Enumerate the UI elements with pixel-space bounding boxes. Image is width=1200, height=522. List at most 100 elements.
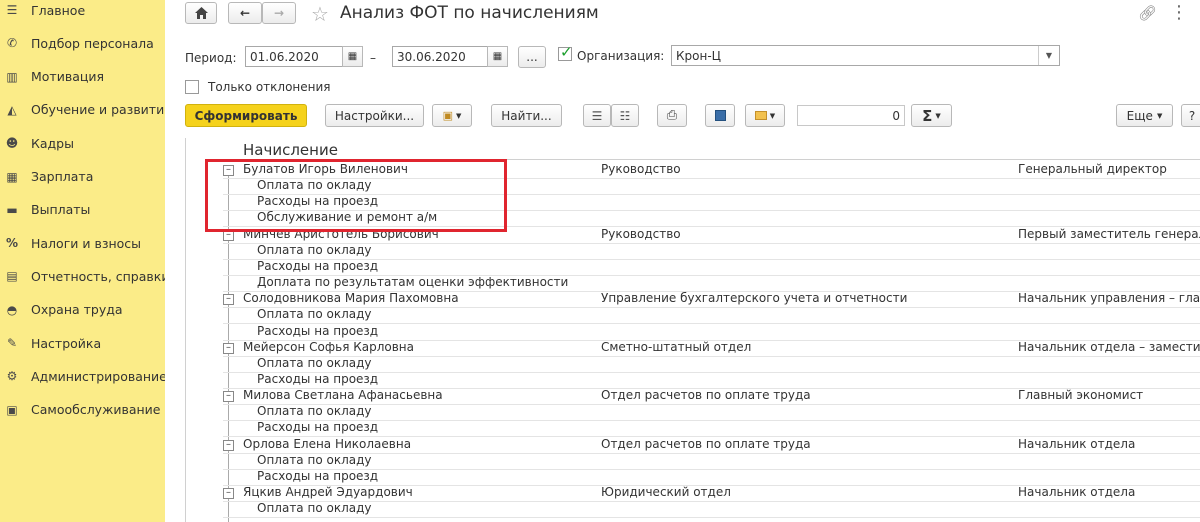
charge-row[interactable]: Расходы на проезд <box>186 468 1200 486</box>
home-button[interactable] <box>185 2 217 24</box>
organization-field[interactable]: Крон-Ц <box>671 45 1060 66</box>
position-cell: Начальник отдела <box>1018 436 1136 451</box>
department-cell: Отдел расчетов по оплате труда <box>601 388 811 403</box>
charge-row[interactable]: Доплата по результатам оценки эффективно… <box>186 275 1200 293</box>
charge-row[interactable]: Оплата по окладу <box>186 404 1200 422</box>
period-select-button[interactable]: ... <box>518 46 546 68</box>
charge-name: Расходы на проезд <box>257 323 379 338</box>
generate-label: Сформировать <box>194 108 298 123</box>
collapse-toggle-icon[interactable]: – <box>223 294 234 306</box>
only-deviations-checkbox[interactable] <box>185 80 199 94</box>
save-button[interactable] <box>705 104 735 127</box>
employee-name: Мейерсон Софья Карловна <box>243 339 414 354</box>
sum-mode-button[interactable]: Σ ▼ <box>911 104 952 127</box>
charge-name: Расходы на проезд <box>257 468 379 483</box>
chevron-down-icon: ▼ <box>935 111 941 120</box>
position-cell: Главный экономист <box>1018 388 1144 403</box>
kebab-menu-icon[interactable]: ⋮ <box>1170 2 1188 23</box>
sidebar-item[interactable]: ◓ Охрана труда <box>0 297 165 323</box>
forward-button[interactable]: → <box>262 2 296 24</box>
sidebar-item[interactable]: ⚙ Администрирование <box>0 363 167 389</box>
checkmark-icon: ✓ <box>560 43 573 61</box>
department-cell: Руководство <box>601 162 681 176</box>
chevron-down-icon: ▼ <box>1045 51 1053 60</box>
employee-row[interactable]: – Солодовникова Мария Пахомовна Управление… <box>186 291 1200 309</box>
position-cell: Начальник управления – главн <box>1018 291 1200 306</box>
organization-checkbox[interactable]: ✓ <box>558 43 573 61</box>
sidebar-item-label: Кадры <box>31 135 74 151</box>
date-to-calendar-button[interactable]: ▦ <box>487 46 508 67</box>
employee-name: Орлова Елена Николаевна <box>243 436 412 451</box>
charge-name: Оплата по окладу <box>257 242 372 257</box>
sidebar-item-label: Охрана труда <box>31 302 123 318</box>
expand-groups-button[interactable]: ☰ <box>583 104 611 127</box>
more-button[interactable]: Еще ▼ <box>1116 104 1173 127</box>
position-cell: Первый заместитель генеральн <box>1018 226 1200 241</box>
period-dash: – <box>370 51 376 65</box>
sidebar-item[interactable]: ✆ Подбор персонала <box>0 30 165 56</box>
employee-row[interactable]: – Яцкив Андрей Эдуардович Юридический отде… <box>186 485 1200 502</box>
charge-row[interactable]: Оплата по окладу <box>186 356 1200 373</box>
collapse-toggle-icon[interactable]: – <box>223 391 234 403</box>
id-card-icon: ▣ <box>6 402 18 417</box>
chevron-down-icon: ▼ <box>456 111 462 120</box>
calculator-icon: ▦ <box>6 169 18 184</box>
date-from-calendar-button[interactable]: ▦ <box>342 46 363 67</box>
charge-row[interactable]: Оплата по окладу <box>186 242 1200 260</box>
variants-button[interactable]: ▣ ▼ <box>432 104 472 127</box>
sidebar-item[interactable]: ▥ Мотивация <box>0 64 165 90</box>
charge-row[interactable]: Оплата по окладу <box>186 307 1200 325</box>
charge-name: Оплата по окладу <box>257 404 372 419</box>
charge-row[interactable]: Оплата по окладу <box>186 452 1200 470</box>
collapse-groups-button[interactable]: ☷ <box>611 104 639 127</box>
settings-button[interactable]: Настройки... <box>325 104 424 127</box>
favorite-star-icon[interactable]: ☆ <box>311 2 329 26</box>
charge-row[interactable]: Расходы на проезд <box>186 420 1200 438</box>
clipboard-icon: ▣ <box>442 109 453 122</box>
help-button[interactable]: ? <box>1181 104 1200 127</box>
collapse-toggle-icon[interactable]: – <box>223 439 234 451</box>
sidebar-item[interactable]: ▬ Выплаты <box>0 197 165 223</box>
sidebar-item[interactable]: ▦ Зарплата <box>0 164 165 190</box>
sidebar-item[interactable]: ▤ Отчетность, справки <box>0 263 169 289</box>
chevron-down-icon: ▼ <box>769 111 776 120</box>
charge-row[interactable]: Расходы на проезд <box>186 372 1200 389</box>
department-cell: Управление бухгалтерского учета и отчетн… <box>601 291 908 306</box>
employee-row[interactable]: – Мейерсон Софья Карловна Сметно-штатный о… <box>186 339 1200 357</box>
link-icon[interactable]: 🔗︎ <box>1138 4 1157 22</box>
generate-button[interactable]: Сформировать <box>185 104 307 127</box>
employee-name: Милова Светлана Афанасьевна <box>243 388 443 403</box>
print-button[interactable]: ⎙ <box>657 104 687 127</box>
sidebar-item[interactable]: ☻ Кадры <box>0 130 165 156</box>
sigma-label: Σ <box>922 106 933 125</box>
people-icon: ☻ <box>5 136 19 151</box>
charge-row[interactable]: Оплата по окладу <box>186 501 1200 519</box>
collapse-toggle-icon[interactable]: – <box>223 342 234 354</box>
organization-dropdown-button[interactable]: ▼ <box>1038 46 1059 65</box>
highlight-box <box>205 159 507 232</box>
charge-name: Оплата по окладу <box>257 452 372 467</box>
employee-row[interactable]: – Орлова Елена Николаевна Отдел расчетов п… <box>186 436 1200 454</box>
employee-row[interactable]: – Милова Светлана Афанасьевна Отдел расчет… <box>186 388 1200 406</box>
percent-icon: % <box>5 236 19 251</box>
send-email-button[interactable]: ▼ <box>745 104 785 127</box>
printer-icon: ⎙ <box>666 108 678 123</box>
sidebar-item[interactable]: % Налоги и взносы <box>0 230 165 256</box>
sidebar-item[interactable]: ▣ Самообслуживание <box>0 397 165 423</box>
sidebar-item[interactable]: ◭ Обучение и развитие <box>0 97 172 123</box>
back-button[interactable]: ← <box>228 2 262 24</box>
charge-row[interactable]: Расходы на проезд <box>186 323 1200 341</box>
sidebar-item[interactable]: ☰ Главное <box>0 0 165 23</box>
charge-name: Расходы на проезд <box>257 420 379 435</box>
ellipsis-label: ... <box>526 50 538 64</box>
sum-field: 0 <box>797 105 905 126</box>
page-title: Анализ ФОТ по начислениям <box>340 3 599 23</box>
period-label: Период: <box>185 51 237 65</box>
sidebar-item[interactable]: ✎ Настройка <box>0 330 165 356</box>
collapse-toggle-icon[interactable]: – <box>223 488 234 499</box>
charge-row[interactable]: Расходы на проезд <box>186 258 1200 276</box>
charge-name: Расходы на проезд <box>257 258 379 273</box>
sidebar-item-label: Зарплата <box>31 169 94 184</box>
main-panel: ← → ☆ Анализ ФОТ по начислениям 🔗︎ ⋮ Пер… <box>165 0 1200 522</box>
find-button[interactable]: Найти... <box>491 104 562 127</box>
